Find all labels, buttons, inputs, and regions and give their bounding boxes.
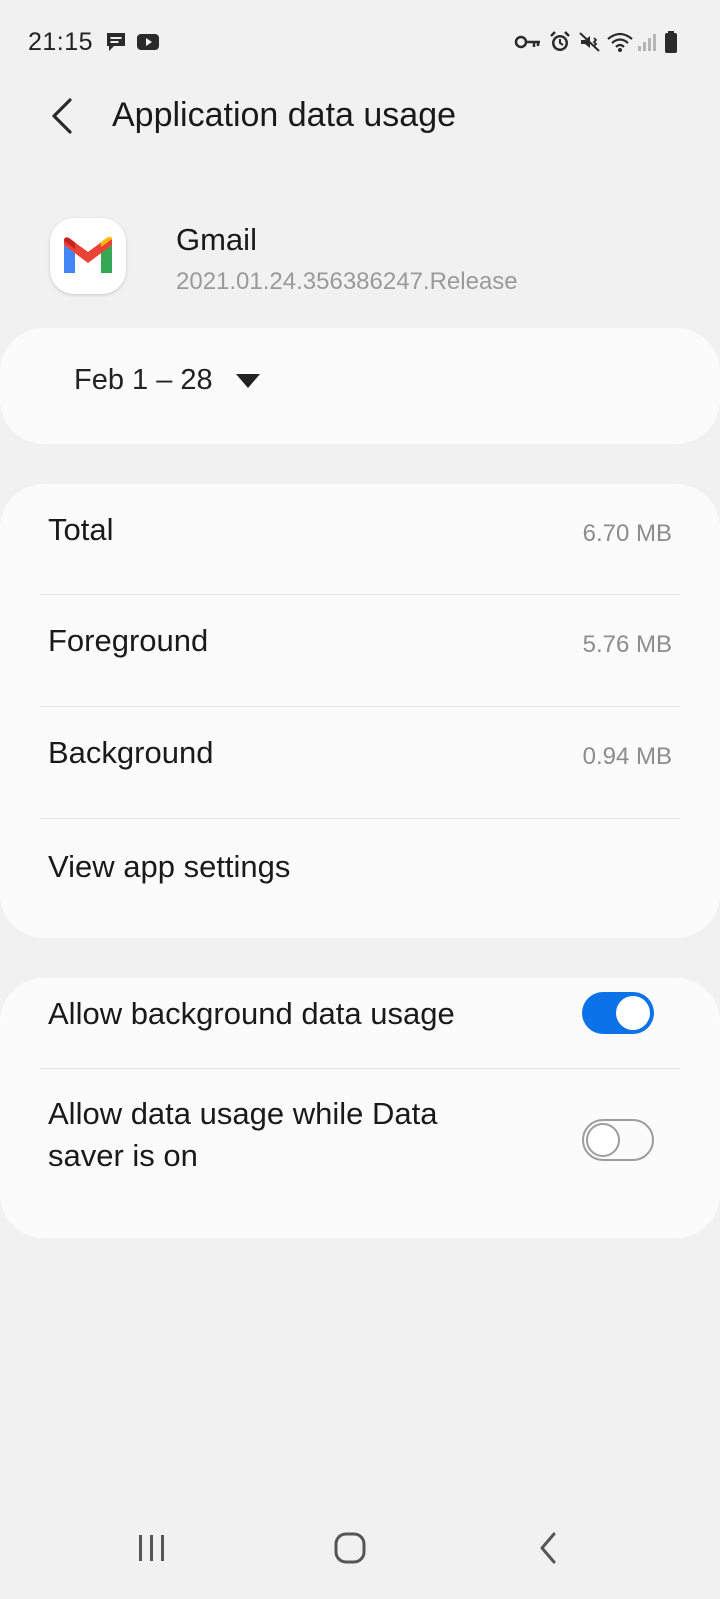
app-name: Gmail [176,222,257,257]
usage-label: Total [48,512,114,547]
usage-value: 6.70 MB [582,520,672,547]
signal-icon [636,30,658,54]
screen: 21:15 Application data usage Gmail 2021.… [0,0,720,1599]
date-range-dropdown[interactable]: Feb 1 – 28 [74,364,261,397]
background-data-toggle[interactable] [582,992,654,1034]
usage-value: 5.76 MB [582,631,672,658]
date-range-label: Feb 1 – 28 [74,364,213,396]
usage-value: 0.94 MB [582,743,672,770]
view-app-settings-label: View app settings [48,849,291,884]
usage-label: Foreground [48,623,209,658]
battery-icon [664,30,678,54]
message-icon [104,30,128,54]
status-bar: 21:15 [0,0,720,84]
status-time: 21:15 [28,28,94,56]
usage-row-foreground: Foreground 5.76 MB [0,595,720,706]
allow-background-data-row[interactable]: Allow background data usage [0,978,720,1068]
view-app-settings-row[interactable]: View app settings [0,819,720,938]
wifi-icon [606,30,634,54]
nav-back-button[interactable] [508,1518,588,1578]
setting-label: Allow data usage while Data saver is on [48,1096,438,1173]
back-button[interactable] [36,88,88,144]
gmail-icon [50,218,126,294]
navigation-bar [0,1500,720,1599]
usage-row-background: Background 0.94 MB [0,707,720,818]
vibrate-icon [578,30,602,54]
back-icon [540,1532,556,1564]
chevron-left-icon [52,98,72,134]
date-range-card: Feb 1 – 28 [0,328,720,444]
toggle-knob [586,1123,620,1157]
app-version: 2021.01.24.356386247.Release [176,268,518,295]
allow-data-saver-row[interactable]: Allow data usage while Data saver is on [0,1069,720,1238]
toggle-knob [616,996,650,1030]
dropdown-triangle-icon [235,373,260,388]
recents-button[interactable] [112,1518,192,1578]
page-title: Application data usage [112,96,457,134]
alarm-icon [548,30,572,54]
setting-label: Allow background data usage [48,996,455,1031]
youtube-icon [136,30,160,54]
data-saver-toggle[interactable] [582,1119,654,1161]
home-icon [334,1532,366,1564]
usage-label: Background [48,735,214,770]
data-settings-card: Allow background data usage Allow data u… [0,978,720,1238]
recents-icon [139,1535,164,1561]
home-button[interactable] [310,1518,390,1578]
vpn-key-icon [514,30,542,54]
usage-row-total: Total 6.70 MB [0,484,720,594]
usage-card: Total 6.70 MB Foreground 5.76 MB Backgro… [0,484,720,938]
